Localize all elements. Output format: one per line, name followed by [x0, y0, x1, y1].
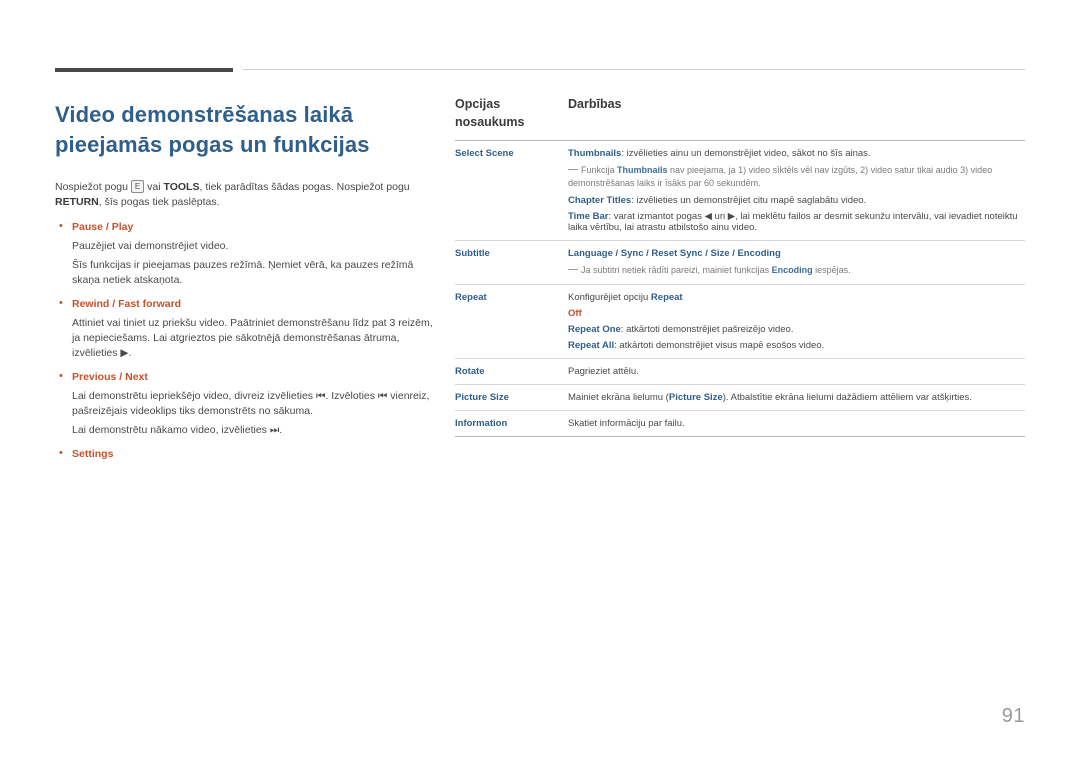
row-line: Skatiet informāciju par failu.	[568, 418, 685, 429]
intro-text-2: vai	[144, 181, 164, 193]
intro-text-1: Nospiežot pogu	[55, 181, 131, 193]
tools-key-label: TOOLS	[163, 181, 200, 193]
options-table: Opcijas nosaukums Darbības Select Scene …	[455, 95, 1025, 437]
page-title: Video demonstrēšanas laikā pieejamās pog…	[55, 102, 370, 157]
note-dash-icon	[568, 269, 578, 270]
list-item: Rewind / Fast forward Attiniet vai tinie…	[55, 296, 435, 361]
row-option-name: Subtitle	[455, 248, 490, 259]
row-line: Chapter Titles: izvēlieties un demonstrē…	[568, 195, 1025, 206]
bullet-heading: Previous / Next	[72, 371, 148, 383]
list-item: Pause / Play Pauzējiet vai demonstrējiet…	[55, 219, 435, 288]
row-actions: Language / Sync / Reset Sync / Size / En…	[568, 248, 1025, 277]
intro-text-4: , šīs pogas tiek paslēptas.	[98, 196, 220, 208]
list-item: Previous / Next Lai demonstrētu iepriekš…	[55, 369, 435, 438]
row-line: Konfigurējiet opciju Repeat	[568, 292, 1025, 303]
bullet-text: Lai demonstrētu iepriekšējo video, divre…	[72, 390, 430, 417]
inline-term: Repeat One	[568, 324, 621, 335]
note-dash-icon	[568, 169, 578, 170]
row-option-name: Rotate	[455, 366, 485, 377]
row-option-name: Information	[455, 418, 508, 429]
inline-text: ). Atbalstītie ekrāna lielumi dažādiem a…	[722, 392, 972, 403]
inline-text: Mainiet ekrāna lielumu (	[568, 392, 669, 403]
list-item: Settings	[55, 446, 435, 462]
header-divider-rule	[243, 69, 1025, 70]
row-line: Time Bar: varat izmantot pogas ◀ un ▶, l…	[568, 211, 1025, 233]
inline-term: Repeat	[650, 292, 683, 303]
table-header-actions: Darbības	[568, 97, 622, 111]
row-line: Pagrieziet attēlu.	[568, 366, 639, 377]
row-actions: Mainiet ekrāna lielumu (Picture Size). A…	[568, 392, 1025, 403]
row-actions: Thumbnails: izvēlieties ainu un demonstr…	[568, 148, 1025, 233]
row-line: Thumbnails: izvēlieties ainu un demonstr…	[568, 148, 1025, 159]
table-header-option-name: Opcijas nosaukums	[455, 97, 525, 129]
table-row: Subtitle Language / Sync / Reset Sync / …	[455, 241, 1025, 285]
table-row: Information Skatiet informāciju par fail…	[455, 411, 1025, 437]
inline-text: Konfigurējiet opciju	[568, 292, 651, 303]
row-note: Ja subtitri netiek rādīti pareizi, maini…	[568, 264, 1025, 277]
title-accent-rule	[55, 68, 233, 72]
intro-paragraph: Nospiežot pogu E vai TOOLS, tiek parādīt…	[55, 180, 435, 210]
note-term: Thumbnails	[617, 165, 668, 175]
row-note: Funkcija Thumbnails nav pieejama, ja 1) …	[568, 164, 1025, 190]
bullet-heading: Settings	[72, 448, 114, 460]
bullet-text: Šīs funkcijas ir pieejamas pauzes režīmā…	[72, 259, 414, 286]
row-line: Repeat All: atkārtoti demonstrējiet visu…	[568, 340, 1025, 351]
inline-term: Chapter Titles	[568, 195, 632, 206]
page-number: 91	[1001, 705, 1025, 727]
table-row: Repeat Konfigurējiet opciju Repeat Off R…	[455, 285, 1025, 359]
left-column: Nospiežot pogu E vai TOOLS, tiek parādīt…	[55, 180, 435, 471]
inline-term: Picture Size	[668, 392, 723, 403]
row-line: Mainiet ekrāna lielumu (Picture Size). A…	[568, 392, 1025, 403]
row-actions: Pagrieziet attēlu.	[568, 366, 1025, 377]
inline-text: : atkārtoti demonstrējiet pašreizējo vid…	[620, 324, 794, 335]
row-line: Repeat One: atkārtoti demonstrējiet pašr…	[568, 324, 1025, 335]
bullet-text: Lai demonstrētu nākamo video, izvēlietie…	[72, 424, 283, 436]
bullet-text: Pauzējiet vai demonstrējiet video.	[72, 240, 229, 252]
inline-term: Repeat All	[568, 340, 615, 351]
bullet-heading: Pause / Play	[72, 221, 134, 233]
inline-text: : izvēlieties ainu un demonstrējiet vide…	[621, 148, 871, 159]
return-key-label: RETURN	[55, 196, 99, 208]
row-option-name: Picture Size	[455, 392, 509, 403]
table-row: Select Scene Thumbnails: izvēlieties ain…	[455, 141, 1025, 241]
inline-term: Time Bar	[568, 211, 609, 222]
row-option-name: Repeat	[455, 292, 487, 303]
inline-text: : izvēlieties un demonstrējiet citu mapē…	[631, 195, 867, 206]
inline-term: Thumbnails	[568, 148, 622, 159]
enter-key-icon: E	[130, 180, 145, 193]
table-header-row: Opcijas nosaukums Darbības	[455, 95, 1025, 141]
note-text-before: Ja subtitri netiek rādīti pareizi, maini…	[581, 265, 772, 275]
note-term: Encoding	[771, 265, 813, 275]
inline-text: : atkārtoti demonstrējiet visus mapē eso…	[614, 340, 825, 351]
bullet-heading: Rewind / Fast forward	[72, 298, 182, 310]
table-row: Picture Size Mainiet ekrāna lielumu (Pic…	[455, 385, 1025, 411]
row-actions: Konfigurējiet opciju Repeat Off Repeat O…	[568, 292, 1025, 351]
row-option-name: Select Scene	[455, 148, 514, 159]
table-row: Rotate Pagrieziet attēlu.	[455, 359, 1025, 385]
inline-text: : varat izmantot pogas ◀ un ▶, lai meklē…	[568, 211, 1018, 233]
row-line: Language / Sync / Reset Sync / Size / En…	[568, 248, 781, 259]
note-text-after: iespējas.	[812, 265, 851, 275]
intro-text-3: , tiek parādītas šādas pogas. Nospiežot …	[199, 181, 410, 193]
note-text-before: Funkcija	[581, 165, 618, 175]
bullet-text: Attiniet vai tiniet uz priekšu video. Pa…	[72, 317, 433, 359]
row-actions: Skatiet informāciju par failu.	[568, 418, 1025, 429]
row-line: Off	[568, 308, 582, 319]
